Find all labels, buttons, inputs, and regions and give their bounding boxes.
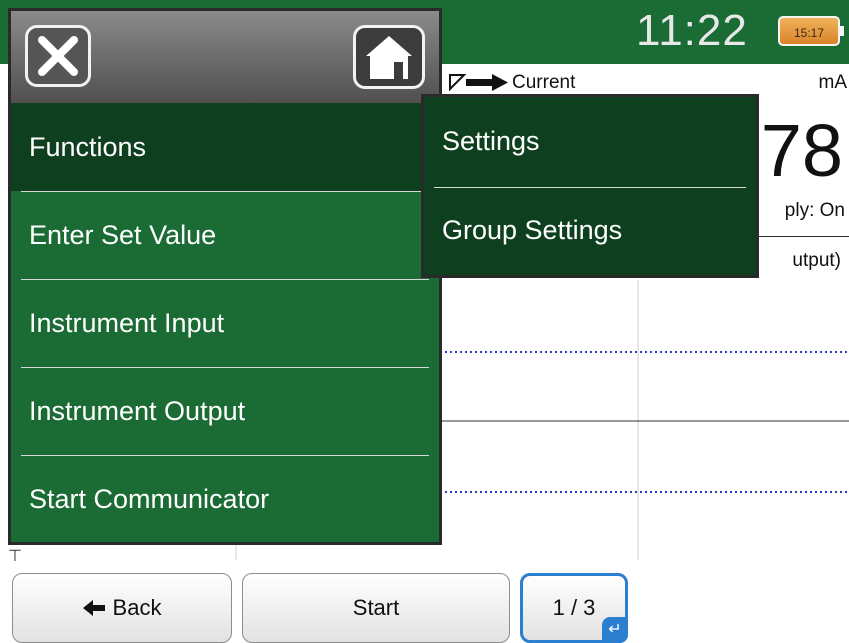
- menu-item-instrument-output[interactable]: Instrument Output: [11, 367, 439, 455]
- back-label: Back: [112, 595, 162, 620]
- battery-indicator: 15:17: [778, 16, 844, 46]
- current-arrow-icon: [449, 74, 508, 91]
- axis-marker: ⊤: [8, 548, 22, 565]
- arrow-left-icon: [82, 600, 105, 616]
- output-label: utput): [792, 250, 841, 271]
- function-header: Current mA: [440, 68, 849, 94]
- popup-menu: Functions Enter Set Value Instrument Inp…: [8, 8, 442, 545]
- home-icon: [366, 36, 412, 79]
- menu-item-functions[interactable]: Functions: [11, 103, 439, 191]
- start-button[interactable]: Start: [242, 573, 510, 643]
- menu-item-enter-set-value[interactable]: Enter Set Value: [11, 191, 439, 279]
- reading-value: 78: [760, 109, 843, 192]
- supply-status: ply: On: [784, 200, 845, 221]
- menu-item-instrument-input[interactable]: Instrument Input: [11, 279, 439, 367]
- back-button[interactable]: Back: [12, 573, 232, 643]
- menu-item-start-communicator[interactable]: Start Communicator: [11, 455, 439, 543]
- home-button[interactable]: [353, 25, 425, 89]
- page-button[interactable]: 1 / 3 ↵: [520, 573, 628, 643]
- start-label: Start: [352, 595, 400, 620]
- clock: 11:22: [636, 6, 748, 55]
- submenu-item-settings[interactable]: Settings: [424, 97, 756, 186]
- enter-icon: ↵: [602, 617, 628, 643]
- function-label: Current: [512, 72, 576, 93]
- functions-submenu: Settings Group Settings: [421, 94, 759, 278]
- menu-header: [11, 11, 439, 106]
- page-label: 1 / 3: [552, 595, 596, 620]
- close-button[interactable]: [25, 25, 91, 87]
- submenu-item-group-settings[interactable]: Group Settings: [424, 186, 756, 275]
- function-unit: mA: [818, 72, 848, 93]
- close-icon: [38, 36, 78, 76]
